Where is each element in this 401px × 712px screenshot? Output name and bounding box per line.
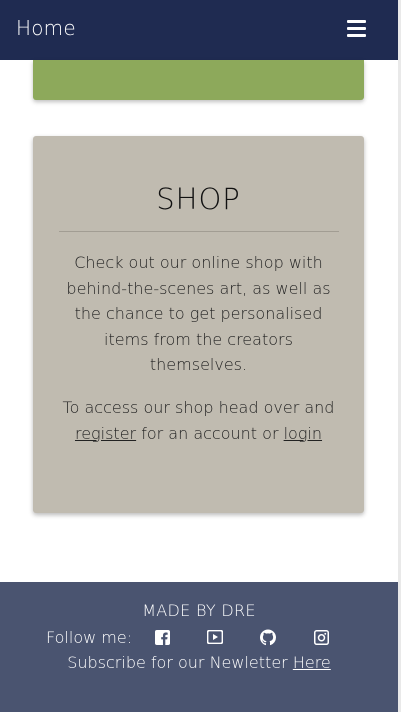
menu-bar-top <box>347 20 366 23</box>
shop-card: SHOP Check out our online shop with behi… <box>33 136 364 513</box>
access-middle: for an account or <box>136 423 284 443</box>
follow-row: Follow me: <box>46 627 366 647</box>
follow-label: Follow me: <box>46 627 133 647</box>
newsletter-here-link[interactable]: Here <box>293 653 331 672</box>
footer: MADE BY DRE Follow me: Subscribe for our… <box>0 582 398 712</box>
page: Home SHOP Check out our online shop with… <box>0 0 401 712</box>
facebook-icon[interactable] <box>154 629 170 645</box>
subscribe-text: Subscribe for our Newletter <box>67 653 293 672</box>
access-prefix: To access our shop head over and <box>62 398 335 417</box>
green-card-bottom <box>33 60 364 100</box>
top-navbar: Home <box>0 0 398 60</box>
menu-bar-bottom <box>347 34 366 37</box>
login-link[interactable]: login <box>284 424 322 443</box>
hamburger-menu-icon[interactable] <box>347 20 368 38</box>
shop-access-text: To access our shop head over and registe… <box>55 395 342 446</box>
subscribe-line: Subscribe for our Newletter Here <box>0 653 398 672</box>
shop-description: Check out our online shop with behind-th… <box>66 253 331 374</box>
footer-credit: MADE BY DRE <box>142 601 256 620</box>
instagram-icon[interactable] <box>313 629 329 645</box>
shop-title: SHOP <box>156 182 241 216</box>
register-link[interactable]: register <box>75 424 136 443</box>
menu-bar-middle <box>347 27 366 30</box>
shop-divider <box>59 231 339 232</box>
github-icon[interactable] <box>260 629 277 645</box>
youtube-icon[interactable] <box>207 629 224 645</box>
home-link[interactable]: Home <box>16 16 76 40</box>
